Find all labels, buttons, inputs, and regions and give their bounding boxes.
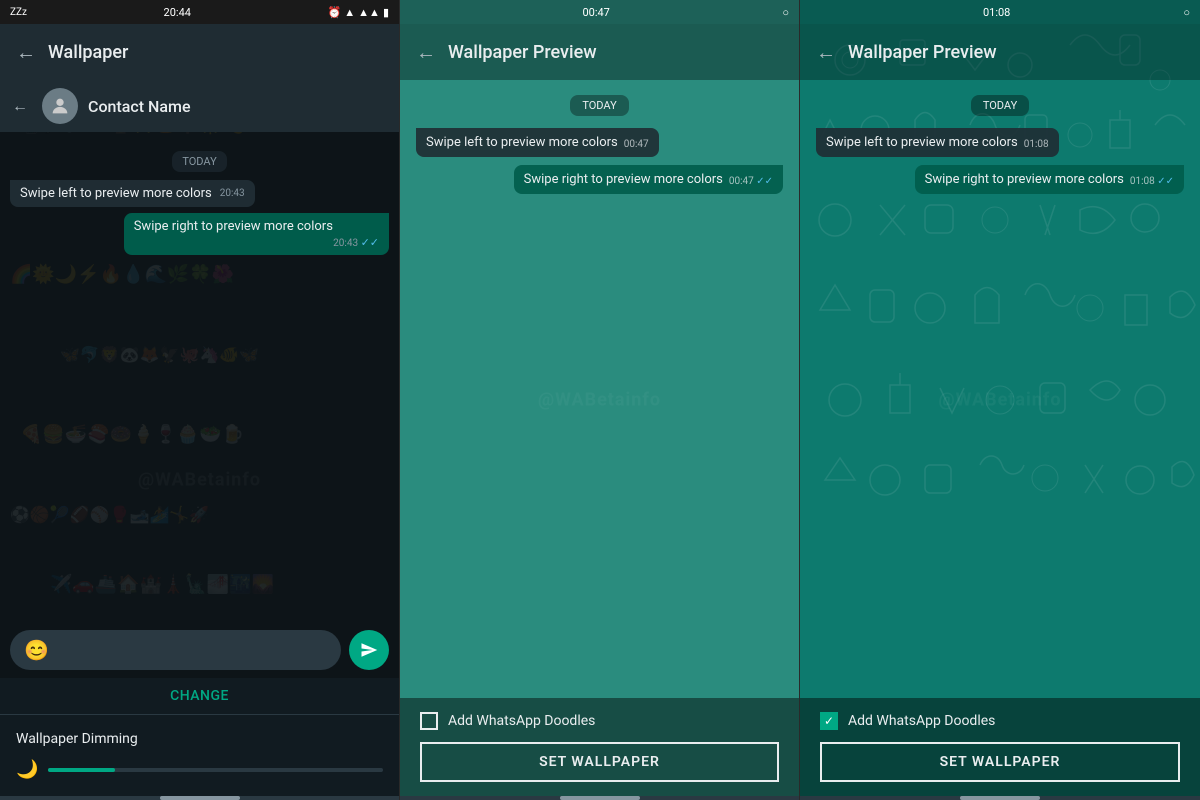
- preview-msg-received-3: Swipe left to preview more colors 01:08: [816, 128, 1059, 157]
- messages-area-1: TODAY Swipe left to preview more colors …: [0, 132, 399, 622]
- wallpaper-header: ← Wallpaper: [0, 24, 399, 80]
- send-button-1[interactable]: [349, 630, 389, 670]
- message-list-1: Swipe left to preview more colors 20:43 …: [10, 180, 389, 261]
- set-wallpaper-button-2[interactable]: SET WALLPAPER: [420, 742, 779, 782]
- set-wallpaper-button-3[interactable]: SET WALLPAPER: [820, 742, 1180, 782]
- wallpaper-preview-panel-2: 00:47 ○ ← Wallpaper Preview TODAY Swipe …: [400, 0, 800, 800]
- wallpaper-preview-panel-3: 01:08 ○ ← Wallpaper Preview TODAY Swipe …: [800, 0, 1200, 800]
- doodles-label-2: Add WhatsApp Doodles: [448, 713, 595, 729]
- header-title-1: Wallpaper: [48, 42, 128, 63]
- moon-icon: 🌙: [16, 759, 38, 780]
- status-icons-1: ⏰ ▲ ▲▲ ▮: [328, 6, 389, 19]
- circle-icon-2: ○: [782, 6, 789, 19]
- scroll-bar-1: [160, 796, 240, 800]
- preview-msg-received-2: Swipe left to preview more colors 00:47: [416, 128, 659, 157]
- preview-bottom-2: Add WhatsApp Doodles SET WALLPAPER: [400, 698, 799, 796]
- contact-header: ← Contact Name: [0, 80, 399, 132]
- change-button[interactable]: CHANGE: [0, 678, 399, 714]
- doodles-check-3[interactable]: Add WhatsApp Doodles: [820, 712, 1180, 730]
- status-time-3: 01:08: [810, 6, 1183, 19]
- scroll-bar-3: [960, 796, 1040, 800]
- status-icons-2: ○: [782, 6, 789, 19]
- preview-header-2: ← Wallpaper Preview: [400, 24, 799, 80]
- wifi-icon: ▲: [344, 6, 355, 19]
- date-badge-1: TODAY: [10, 150, 389, 172]
- doodles-check-2[interactable]: Add WhatsApp Doodles: [420, 712, 779, 730]
- input-bar-1: 😊: [0, 622, 399, 678]
- doodles-label-3: Add WhatsApp Doodles: [848, 713, 995, 729]
- emoji-icon[interactable]: 😊: [24, 638, 49, 662]
- slider-fill: [48, 768, 115, 772]
- status-bar-1: ZZz 20:44 ⏰ ▲ ▲▲ ▮: [0, 0, 399, 24]
- message-input-1[interactable]: 😊: [10, 630, 341, 670]
- notification-icon: ZZz: [10, 7, 27, 18]
- message-received-1: Swipe left to preview more colors 20:43: [10, 180, 255, 207]
- battery-icon: ▮: [383, 6, 389, 19]
- scroll-indicator-2: [400, 796, 799, 800]
- preview-messages-2: TODAY Swipe left to preview more colors …: [400, 80, 799, 698]
- preview-date-3: TODAY: [971, 94, 1029, 116]
- preview-header-3: ← Wallpaper Preview: [800, 24, 1200, 80]
- status-time-2: 00:47: [410, 6, 782, 19]
- scroll-indicator-1: [0, 796, 399, 800]
- back-button-2[interactable]: ←: [416, 40, 436, 65]
- header-title-3: Wallpaper Preview: [848, 42, 997, 63]
- chat-preview-area: 📱💬🎵🎮🏆⭐🎃🎄🌟💫 🎭🎪🎨🎬🎤🎧🎼🎹🥁🎸 🌈🌞🌙⚡🔥💧🌊🌿🍀🌺 🦋🐬🦁🐼🦊🦅🐙…: [0, 80, 399, 678]
- preview-messages-3: TODAY Swipe left to preview more colors …: [800, 80, 1200, 698]
- signal-icon: ▲▲: [358, 6, 380, 19]
- preview-msg-sent-3: Swipe right to preview more colors 01:08…: [915, 165, 1184, 194]
- preview-msg-sent-2: Swipe right to preview more colors 00:47…: [514, 165, 783, 194]
- contact-back-arrow[interactable]: ←: [12, 96, 28, 116]
- scroll-bar-2: [560, 796, 640, 800]
- circle-icon-3: ○: [1183, 6, 1190, 19]
- scroll-indicator-3: [800, 796, 1200, 800]
- contact-name: Contact Name: [88, 97, 191, 116]
- dimming-slider-wrapper: 🌙: [16, 759, 383, 780]
- status-bar-2: 00:47 ○: [400, 0, 799, 24]
- alarm-icon: ⏰: [328, 6, 342, 19]
- status-bar-3: 01:08 ○: [800, 0, 1200, 24]
- header-title-2: Wallpaper Preview: [448, 42, 597, 63]
- msg-time-2: 20:43 ✓✓: [333, 236, 379, 249]
- status-time-1: 20:44: [27, 6, 328, 19]
- wallpaper-panel: ZZz 20:44 ⏰ ▲ ▲▲ ▮ ← Wallpaper 📱💬🎵🎮: [0, 0, 400, 800]
- back-button-3[interactable]: ←: [816, 40, 836, 65]
- dimming-section: Wallpaper Dimming 🌙: [0, 715, 399, 796]
- message-sent-1: Swipe right to preview more colors 20:43…: [124, 213, 389, 255]
- dimming-slider[interactable]: [48, 768, 383, 772]
- doodles-checkbox-2[interactable]: [420, 712, 438, 730]
- avatar: [42, 88, 78, 124]
- preview-bottom-3: Add WhatsApp Doodles SET WALLPAPER: [800, 698, 1200, 796]
- preview-content-2: TODAY Swipe left to preview more colors …: [400, 80, 799, 800]
- dimming-label: Wallpaper Dimming: [16, 731, 383, 747]
- doodles-checkbox-3[interactable]: [820, 712, 838, 730]
- back-button-1[interactable]: ←: [16, 40, 36, 65]
- preview-content-3: TODAY Swipe left to preview more colors …: [800, 80, 1200, 800]
- status-left: ZZz: [10, 7, 27, 18]
- msg-time-1: 20:43: [220, 188, 245, 199]
- status-icons-3: ○: [1183, 6, 1190, 19]
- preview-date-2: TODAY: [570, 94, 628, 116]
